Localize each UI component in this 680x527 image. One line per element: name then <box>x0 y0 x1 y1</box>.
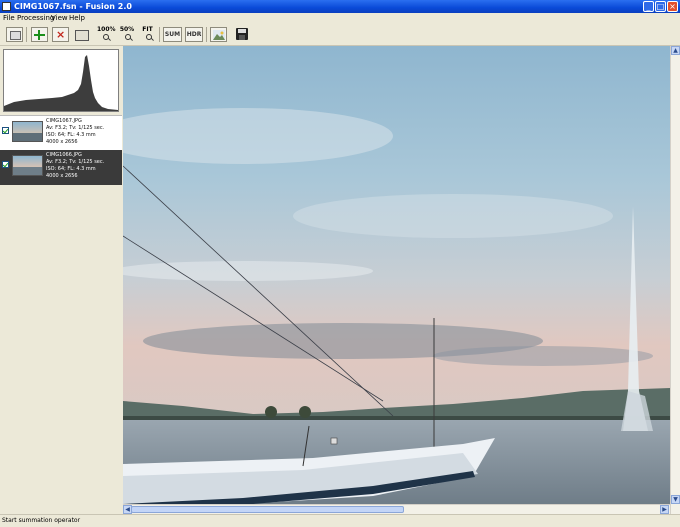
zoom-fit-label: FIT <box>142 26 153 33</box>
scroll-thumb[interactable] <box>131 506 404 513</box>
blank-frame-button[interactable] <box>6 27 23 42</box>
sum-button[interactable]: SUM <box>163 27 182 42</box>
list-item[interactable]: CIMG1066.JPG Av: F3.2; Tv: 1/125 sec. IS… <box>0 150 122 185</box>
zoom-100-label: 100% <box>97 26 116 33</box>
close-button[interactable]: × <box>667 1 678 12</box>
toolbar-separator <box>206 27 207 42</box>
menu-file[interactable]: File <box>3 14 15 23</box>
image-checkbox[interactable] <box>2 161 9 168</box>
save-button[interactable] <box>234 27 250 42</box>
image-checkbox[interactable] <box>2 127 9 134</box>
hdr-label: HDR <box>186 31 202 38</box>
zoom-fit-icon <box>146 34 152 40</box>
menu-help[interactable]: Help <box>69 14 85 23</box>
sidebar: CIMG1067.JPG Av: F3.2; Tv: 1/125 sec. IS… <box>0 46 124 514</box>
image-iso: ISO: 64; FL: 4.3 mm <box>46 166 96 172</box>
list-item[interactable]: CIMG1067.JPG Av: F3.2; Tv: 1/125 sec. IS… <box>0 115 122 151</box>
image-filename: CIMG1067.JPG <box>46 118 82 124</box>
scroll-down-icon[interactable]: ▼ <box>671 495 680 504</box>
app-icon[interactable] <box>2 2 11 11</box>
add-image-button[interactable] <box>31 27 48 42</box>
remove-image-button[interactable]: × <box>52 27 69 42</box>
toolbar-separator <box>26 27 27 42</box>
crop-button[interactable] <box>73 27 90 42</box>
window-title: CIMG1067.fsn - Fusion 2.0 <box>14 2 132 11</box>
scroll-up-icon[interactable]: ▲ <box>671 46 680 55</box>
menu-view[interactable]: View <box>51 14 68 23</box>
zoom-fit-button[interactable]: FIT <box>140 26 155 42</box>
blank-frame-icon <box>10 31 21 40</box>
maximize-button[interactable]: □ <box>655 1 666 12</box>
hdr-button[interactable]: HDR <box>185 27 203 42</box>
menu-processing[interactable]: Processing <box>17 14 54 23</box>
save-icon <box>236 28 248 40</box>
zoom-100-button[interactable]: 100% <box>97 26 116 42</box>
toolbar-separator <box>159 27 160 42</box>
horizontal-scrollbar[interactable]: ◀ ▶ <box>123 504 670 514</box>
histogram-plot <box>4 55 118 111</box>
zoom-100-icon <box>103 34 109 40</box>
zoom-50-button[interactable]: 50% <box>119 26 135 42</box>
scroll-right-icon[interactable]: ▶ <box>660 505 669 514</box>
photo-canvas <box>123 46 670 504</box>
image-thumbnail <box>12 155 43 176</box>
image-exposure: Av: F3.2; Tv: 1/125 sec. <box>46 159 105 165</box>
landscape-button[interactable] <box>210 27 227 42</box>
vertical-scrollbar[interactable]: ▲ ▼ <box>670 46 680 514</box>
image-size: 4000 x 2656 <box>46 139 78 145</box>
landscape-icon <box>213 30 225 40</box>
remove-image-icon: × <box>56 28 66 41</box>
zoom-50-icon <box>125 34 131 40</box>
title-bar: CIMG1067.fsn - Fusion 2.0 _ □ × <box>0 0 680 13</box>
image-exposure: Av: F3.2; Tv: 1/125 sec. <box>46 125 105 131</box>
image-iso: ISO: 64; FL: 4.3 mm <box>46 132 96 138</box>
image-info: CIMG1067.JPG Av: F3.2; Tv: 1/125 sec. IS… <box>46 118 104 146</box>
image-size: 4000 x 2656 <box>46 173 78 179</box>
minimize-button[interactable]: _ <box>643 1 654 12</box>
histogram <box>3 49 119 112</box>
image-thumbnail <box>12 121 43 142</box>
image-preview[interactable] <box>123 46 670 504</box>
menu-bar: File Processing View Help <box>0 13 680 24</box>
image-filename: CIMG1066.JPG <box>46 152 82 158</box>
add-image-icon <box>34 30 45 40</box>
crop-icon <box>75 30 89 41</box>
status-text: Start summation operator <box>2 517 81 524</box>
image-info: CIMG1066.JPG Av: F3.2; Tv: 1/125 sec. IS… <box>46 152 104 180</box>
zoom-50-label: 50% <box>119 26 135 33</box>
sum-label: SUM <box>164 31 181 38</box>
toolbar: × 100% 50% FIT SUM HDR <box>0 24 680 46</box>
status-bar: Start summation operator <box>0 514 680 527</box>
